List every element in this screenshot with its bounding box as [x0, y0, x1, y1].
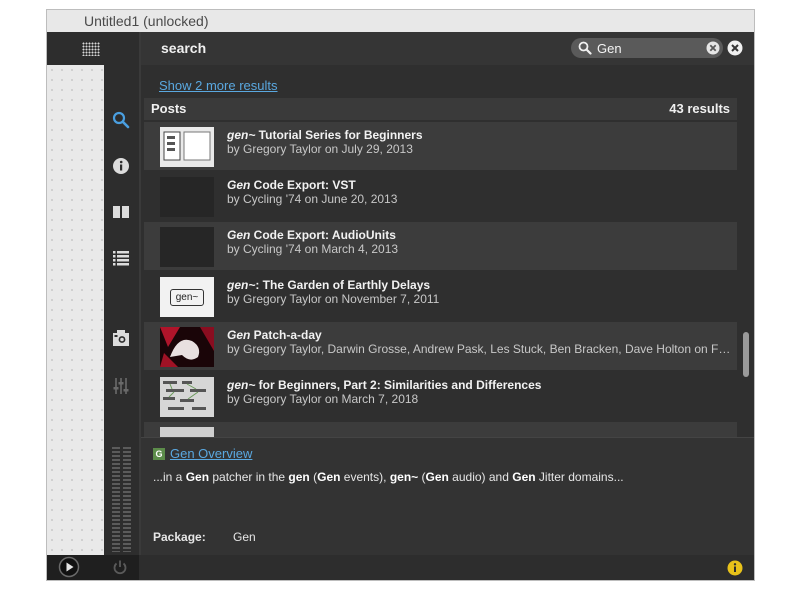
posts-header: Posts 43 results	[144, 98, 737, 120]
power-icon[interactable]	[111, 558, 129, 576]
show-more-link[interactable]: Show 2 more results	[159, 78, 278, 93]
description-segment: Gen	[512, 470, 536, 484]
post-title: gen~: The Garden of Earthly Delays	[227, 278, 431, 292]
list-item[interactable]	[144, 422, 737, 437]
gen-box-label: gen~	[170, 289, 204, 306]
post-byline: by Gregory Taylor on March 7, 2018	[227, 392, 419, 406]
patcher-toolbar	[47, 32, 104, 65]
description-segment: ...in a	[153, 470, 186, 484]
description-segment: audio) and	[448, 470, 513, 484]
list-item[interactable]: Gen Patch-a-day by Gregory Taylor, Darwi…	[144, 322, 737, 370]
post-thumbnail	[160, 427, 214, 437]
description-segment: patcher in the	[209, 470, 289, 484]
list-item[interactable]: gen~ gen~: The Garden of Earthly Delays …	[144, 272, 737, 320]
post-byline: by Cycling '74 on March 4, 2013	[227, 242, 399, 256]
post-byline: by Gregory Taylor on July 29, 2013	[227, 142, 413, 156]
info-icon[interactable]	[111, 156, 131, 176]
list-item[interactable]: Gen Code Export: AudioUnits by Cycling '…	[144, 222, 737, 270]
search-panel: search Show 2 more results Posts 43 resu…	[141, 32, 754, 556]
post-thumbnail	[160, 327, 214, 367]
play-icon[interactable]	[58, 556, 80, 578]
clear-icon[interactable]	[706, 41, 720, 60]
post-title: Gen Code Export: VST	[227, 178, 356, 192]
description-segment: Jitter domains...	[535, 470, 624, 484]
description-segment: Gen	[185, 470, 210, 484]
max-window: Untitled1 (unlocked) search Gen Show 2 m…	[47, 10, 754, 580]
post-thumbnail	[160, 227, 214, 267]
description-segment: gen~	[389, 470, 419, 484]
description-segment: gen	[288, 470, 310, 484]
post-thumbnail	[160, 177, 214, 217]
detail-title-link[interactable]: Gen Overview	[170, 446, 252, 461]
close-icon[interactable]	[727, 40, 743, 61]
post-byline: by Gregory Taylor, Darwin Grosse, Andrew…	[227, 342, 732, 356]
post-title: gen~ Tutorial Series for Beginners	[227, 128, 423, 142]
detail-description: ...in a Gen patcher in the gen (Gen even…	[153, 470, 624, 484]
gen-badge: G	[153, 448, 165, 460]
posts-list: gen~ Tutorial Series for Beginners by Gr…	[144, 120, 737, 437]
package-value: Gen	[233, 530, 256, 544]
status-bar	[47, 555, 754, 580]
description-segment: Gen	[425, 470, 449, 484]
list-item[interactable]: Gen Code Export: VST by Cycling '74 on J…	[144, 172, 737, 220]
search-icon[interactable]	[111, 110, 131, 130]
list-icon[interactable]	[111, 248, 131, 268]
grid-icon[interactable]	[82, 42, 100, 56]
search-label: search	[161, 40, 207, 56]
package-label: Package:	[153, 530, 206, 544]
post-byline: by Cycling '74 on June 20, 2013	[227, 192, 398, 206]
window-title: Untitled1 (unlocked)	[84, 13, 209, 29]
description-segment: (	[418, 470, 426, 484]
description-segment: Gen	[317, 470, 341, 484]
scrollbar-thumb[interactable]	[743, 332, 749, 377]
post-thumbnail	[160, 377, 214, 417]
level-meter	[112, 447, 131, 552]
post-thumbnail: gen~	[160, 277, 214, 317]
post-title: Gen Code Export: AudioUnits	[227, 228, 396, 242]
post-title: Gen Patch-a-day	[227, 328, 322, 342]
info-badge-icon[interactable]	[727, 560, 743, 576]
sidebar-icon-strip	[104, 32, 139, 555]
results-count: 43 results	[669, 101, 730, 116]
book-icon[interactable]	[111, 202, 131, 222]
search-input[interactable]	[597, 39, 695, 57]
snapshot-icon[interactable]	[111, 328, 131, 348]
search-header: search	[141, 32, 754, 65]
post-thumbnail	[160, 127, 214, 167]
patcher-canvas[interactable]	[47, 65, 104, 555]
description-segment: (	[309, 470, 318, 484]
description-segment: events),	[340, 470, 390, 484]
list-item[interactable]: gen~ for Beginners, Part 2: Similarities…	[144, 372, 737, 420]
title-bar: Untitled1 (unlocked)	[47, 10, 754, 33]
post-byline: by Gregory Taylor on November 7, 2011	[227, 292, 440, 306]
post-title: gen~ for Beginners, Part 2: Similarities…	[227, 378, 542, 392]
mixer-icon[interactable]	[111, 376, 131, 396]
detail-panel: G Gen Overview ...in a Gen patcher in th…	[141, 437, 754, 556]
search-icon	[578, 41, 592, 60]
search-box[interactable]	[571, 38, 723, 58]
list-item[interactable]: gen~ Tutorial Series for Beginners by Gr…	[144, 122, 737, 170]
posts-title: Posts	[151, 101, 187, 116]
